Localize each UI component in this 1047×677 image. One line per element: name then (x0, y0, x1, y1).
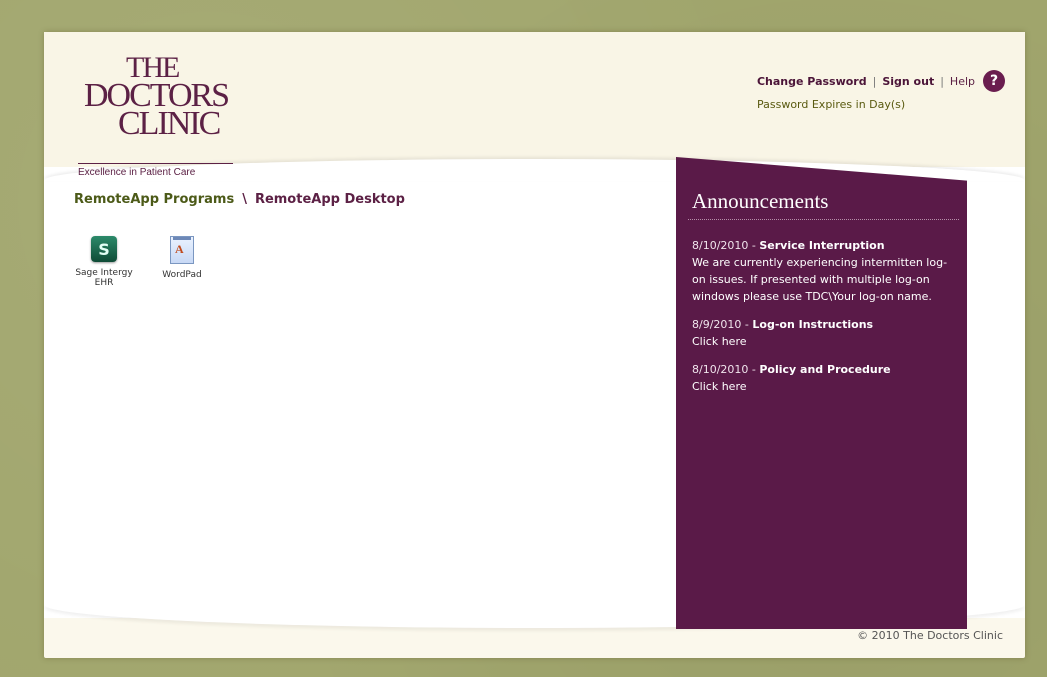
app-wordpad[interactable]: WordPad (152, 232, 212, 288)
clinic-logo: THE DOCTORS CLINIC Excellence in Patient… (78, 53, 233, 178)
help-icon[interactable]: ? (983, 70, 1005, 92)
page-container: THE DOCTORS CLINIC Excellence in Patient… (44, 32, 1025, 658)
footer-copyright: © 2010 The Doctors Clinic (857, 629, 1003, 642)
announcements-panel: Announcements 8/10/2010 - Service Interr… (676, 157, 967, 629)
announcement-list: 8/10/2010 - Service Interruption We are … (692, 237, 954, 406)
change-password-link[interactable]: Change Password (757, 75, 867, 88)
password-expiry-text: Password Expires in Day(s) (756, 98, 906, 111)
app-label: WordPad (162, 270, 202, 280)
app-sage-intergy-ehr[interactable]: S Sage Intergy EHR (74, 232, 134, 288)
wordpad-icon[interactable] (170, 236, 194, 264)
breadcrumb-remoteapp-desktop[interactable]: RemoteApp Desktop (255, 192, 405, 207)
announcement-item: 8/10/2010 - Policy and Procedure Click h… (692, 361, 954, 395)
click-here-link[interactable]: Click here (692, 333, 954, 350)
app-list: S Sage Intergy EHR WordPad (74, 232, 212, 288)
announcement-date: 8/9/2010 - (692, 318, 749, 331)
breadcrumb-separator: \ (242, 192, 247, 207)
click-here-link[interactable]: Click here (692, 378, 954, 395)
announcement-date: 8/10/2010 - (692, 239, 756, 252)
logo-tagline: Excellence in Patient Care (78, 167, 196, 178)
announcements-divider (688, 219, 959, 220)
account-links: Change Password | Sign out | Help ? Pass… (757, 70, 1005, 111)
help-link[interactable]: Help (950, 75, 975, 88)
sage-stethoscope-icon[interactable]: S (91, 236, 117, 262)
announcement-item: 8/9/2010 - Log-on Instructions Click her… (692, 316, 954, 350)
breadcrumb-remoteapp-programs[interactable]: RemoteApp Programs (74, 192, 234, 207)
logo-divider (78, 163, 233, 164)
announcement-item: 8/10/2010 - Service Interruption We are … (692, 237, 954, 305)
announcements-title: Announcements (692, 189, 829, 213)
logo-line-clinic: CLINIC (118, 105, 221, 142)
announcement-date: 8/10/2010 - (692, 363, 756, 376)
link-separator: | (872, 74, 877, 88)
breadcrumb: RemoteApp Programs \ RemoteApp Desktop (74, 192, 405, 207)
announcement-body: We are currently experiencing intermitte… (692, 256, 948, 303)
link-separator: | (940, 74, 944, 88)
announcement-title: Service Interruption (759, 239, 885, 252)
app-label: Sage Intergy EHR (75, 268, 133, 288)
sign-out-link[interactable]: Sign out (882, 75, 934, 88)
announcement-title: Policy and Procedure (759, 363, 891, 376)
announcement-title: Log-on Instructions (752, 318, 874, 331)
